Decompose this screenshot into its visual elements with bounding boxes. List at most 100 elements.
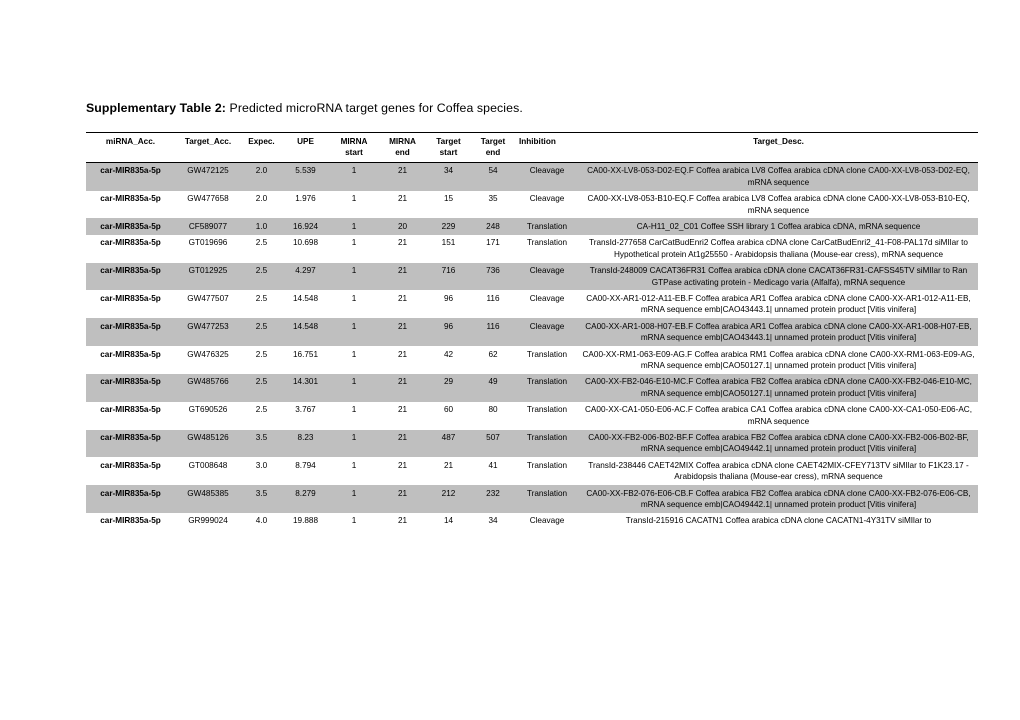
cell-mirna-end: 21 (379, 190, 426, 219)
cell-target-start: 21 (426, 457, 471, 486)
table-row: car-MIR835a-5p GT690526 2.5 3.767 1 21 60 80 Tra… (86, 401, 978, 430)
cell-mirna-end: 21 (379, 346, 426, 374)
cell-upe: 8.23 (282, 429, 329, 458)
cell-expec: 2.5 (241, 346, 282, 374)
table-caption-text: Predicted microRNA target genes for Coff… (226, 101, 523, 115)
column-header-target-end-line1: Target (480, 137, 506, 146)
cell-target-start: 29 (426, 373, 471, 402)
cell-target-end: 116 (471, 318, 515, 347)
cell-target-desc: CA00-XX-FB2-076-E06-CB.F Coffea arabica … (579, 485, 978, 513)
cell-mirna-acc: car-MIR835a-5p (86, 373, 175, 402)
cell-mirna-start: 1 (329, 190, 379, 219)
cell-inhibition: Translation (515, 429, 579, 458)
cell-mirna-end: 21 (379, 485, 426, 513)
column-header-target-desc: Target_Desc. (579, 132, 978, 163)
cell-inhibition: Cleavage (515, 190, 579, 219)
cell-target-end: 116 (471, 290, 515, 319)
column-header-target-start-line1: Target (436, 137, 461, 146)
table-row: car-MIR835a-5p GW472125 2.0 5.539 1 21 34 54 Cle… (86, 162, 978, 191)
cell-target-start: 15 (426, 190, 471, 219)
cell-mirna-start: 1 (329, 262, 379, 291)
cell-target-desc: TransId-277658 CarCatBudEnri2 Coffea ara… (579, 234, 978, 263)
cell-target-end: 736 (471, 262, 515, 291)
cell-target-acc: GT019696 (175, 234, 241, 263)
cell-target-acc: GW476325 (175, 346, 241, 374)
cell-mirna-start: 1 (329, 401, 379, 430)
cell-expec: 2.5 (241, 373, 282, 402)
cell-target-acc: CF589077 (175, 218, 241, 235)
column-header-expec: Expec. (241, 132, 282, 163)
cell-target-start: 229 (426, 218, 471, 235)
cell-target-acc: GT012925 (175, 262, 241, 291)
cell-mirna-start: 1 (329, 318, 379, 347)
cell-mirna-start: 1 (329, 162, 379, 191)
cell-inhibition: Translation (515, 457, 579, 486)
cell-expec: 2.5 (241, 262, 282, 291)
table-header-row: miRNA_Acc. Target_Acc. Expec. UPE MIRNA … (86, 132, 978, 163)
cell-target-start: 716 (426, 262, 471, 291)
cell-target-end: 62 (471, 346, 515, 374)
cell-mirna-start: 1 (329, 346, 379, 374)
cell-target-start: 96 (426, 318, 471, 347)
cell-inhibition: Translation (515, 218, 579, 235)
column-header-mirna-end-line1: MIRNA (389, 137, 416, 146)
cell-upe: 1.976 (282, 190, 329, 219)
cell-target-acc: GW477658 (175, 190, 241, 219)
cell-inhibition: Translation (515, 346, 579, 374)
cell-expec: 3.5 (241, 429, 282, 458)
column-header-target-start-line2: start (439, 148, 458, 158)
table-row: car-MIR835a-5p GR999024 4.0 19.888 1 21 14 34 Cl… (86, 512, 978, 530)
cell-inhibition: Cleavage (515, 162, 579, 191)
cell-mirna-end: 21 (379, 290, 426, 319)
cell-mirna-acc: car-MIR835a-5p (86, 485, 175, 513)
cell-mirna-acc: car-MIR835a-5p (86, 234, 175, 263)
table-row: car-MIR835a-5p GT008648 3.0 8.794 1 21 21 41 Tra… (86, 457, 978, 486)
cell-mirna-start: 1 (329, 485, 379, 513)
column-header-target-end: Target end (471, 132, 515, 163)
cell-target-start: 212 (426, 485, 471, 513)
cell-target-desc: CA00-XX-AR1-012-A11-EB.F Coffea arabica … (579, 290, 978, 319)
cell-target-acc: GW477253 (175, 318, 241, 347)
cell-inhibition: Cleavage (515, 318, 579, 347)
cell-inhibition: Cleavage (515, 512, 579, 530)
cell-upe: 4.297 (282, 262, 329, 291)
cell-mirna-start: 1 (329, 234, 379, 263)
table-row: car-MIR835a-5p GW476325 2.5 16.751 1 21 42 62 Tr… (86, 346, 978, 374)
column-header-upe: UPE (282, 132, 329, 163)
cell-mirna-start: 1 (329, 218, 379, 235)
table-row: car-MIR835a-5p GW485385 3.5 8.279 1 21 212 232 T… (86, 485, 978, 513)
cell-mirna-end: 21 (379, 512, 426, 530)
table-row: car-MIR835a-5p CF589077 1.0 16.924 1 20 229 248… (86, 218, 978, 235)
supplementary-table-2: miRNA_Acc. Target_Acc. Expec. UPE MIRNA … (86, 132, 978, 530)
column-header-mirna-end: MIRNA end (379, 132, 426, 163)
table-row: car-MIR835a-5p GW485766 2.5 14.301 1 21 29 49 Tr… (86, 373, 978, 402)
cell-target-end: 171 (471, 234, 515, 263)
cell-target-desc: TransId-215916 CACATN1 Coffea arabica cD… (579, 512, 978, 530)
cell-mirna-acc: car-MIR835a-5p (86, 346, 175, 374)
cell-inhibition: Translation (515, 401, 579, 430)
table-header: miRNA_Acc. Target_Acc. Expec. UPE MIRNA … (86, 132, 978, 163)
cell-inhibition: Cleavage (515, 290, 579, 319)
cell-target-desc: CA00-XX-LV8-053-B10-EQ.F Coffea arabica … (579, 190, 978, 219)
cell-expec: 2.0 (241, 162, 282, 191)
cell-expec: 2.5 (241, 401, 282, 430)
table-row: car-MIR835a-5p GT019696 2.5 10.698 1 21 151 171… (86, 234, 978, 263)
cell-target-desc: CA-H11_02_C01 Coffee SSH library 1 Coffe… (579, 218, 978, 235)
cell-target-end: 41 (471, 457, 515, 486)
cell-upe: 8.794 (282, 457, 329, 486)
cell-target-end: 232 (471, 485, 515, 513)
cell-mirna-end: 21 (379, 262, 426, 291)
cell-mirna-end: 21 (379, 457, 426, 486)
cell-target-acc: GW485126 (175, 429, 241, 458)
table-row: car-MIR835a-5p GT012925 2.5 4.297 1 21 716 736 C… (86, 262, 978, 291)
cell-target-acc: GW485766 (175, 373, 241, 402)
cell-upe: 16.924 (282, 218, 329, 235)
cell-expec: 2.5 (241, 290, 282, 319)
cell-mirna-end: 21 (379, 373, 426, 402)
page-bottom-margin (0, 612, 1020, 720)
cell-target-desc: TransId-238446 CAET42MIX Coffea arabica … (579, 457, 978, 486)
cell-upe: 19.888 (282, 512, 329, 530)
column-header-mirna-acc: miRNA_Acc. (86, 132, 175, 163)
column-header-mirna-start: MIRNA start (329, 132, 379, 163)
cell-target-desc: CA00-XX-FB2-046-E10-MC.F Coffea arabica … (579, 373, 978, 402)
